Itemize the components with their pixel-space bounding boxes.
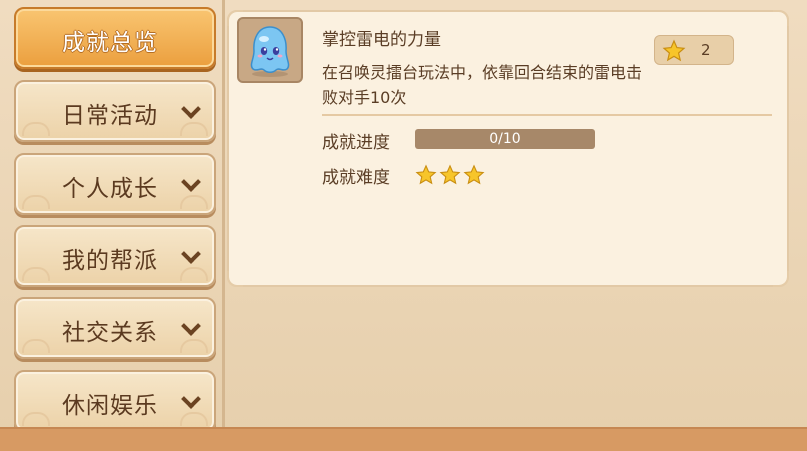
achievement-description: 在召唤灵擂台玩法中，依靠回合结束的雷电击败对手10次	[322, 63, 643, 107]
achievement-title: 掌控雷电的力量	[322, 30, 441, 50]
chevron-down-icon	[181, 244, 201, 264]
sidebar-item-social[interactable]: 社交关系	[14, 297, 216, 359]
bottom-bar	[0, 427, 807, 451]
chevron-down-icon	[181, 99, 201, 119]
sidebar-item-overview[interactable]: 成就总览	[14, 7, 216, 69]
cloud-ornament-icon	[22, 195, 50, 209]
chevron-down-icon	[181, 316, 201, 336]
sidebar-item-label: 日常活动	[62, 103, 158, 129]
progress-text: 0/10	[489, 131, 521, 147]
sidebar-item-label: 我的帮派	[62, 248, 158, 274]
separator-line	[322, 114, 772, 116]
progress-bar: 0/10	[415, 129, 595, 149]
card-corner-ornament	[227, 10, 243, 26]
sidebar: 成就总览 日常活动 个人成长 我的帮派 社交关系 休闲娱乐	[0, 0, 222, 432]
star-icon	[415, 164, 437, 185]
cloud-ornament-icon	[180, 412, 208, 426]
cloud-ornament-icon	[22, 267, 50, 281]
sidebar-item-label: 休闲娱乐	[62, 393, 158, 419]
sidebar-item-guild[interactable]: 我的帮派	[14, 225, 216, 287]
sidebar-item-label: 个人成长	[62, 176, 158, 202]
panel-divider	[222, 0, 225, 429]
cloud-ornament-icon	[180, 339, 208, 353]
sidebar-item-leisure[interactable]: 休闲娱乐	[14, 370, 216, 432]
star-icon	[662, 39, 686, 62]
sidebar-item-label: 成就总览	[62, 30, 158, 56]
reward-value: 2	[701, 41, 711, 59]
star-icon	[463, 164, 485, 185]
difficulty-stars	[415, 164, 485, 188]
cloud-ornament-icon	[180, 195, 208, 209]
reward-badge: 2	[654, 35, 734, 65]
progress-label: 成就进度	[322, 133, 390, 153]
cloud-ornament-icon	[22, 412, 50, 426]
difficulty-label: 成就难度	[322, 168, 390, 188]
sidebar-item-growth[interactable]: 个人成长	[14, 153, 216, 215]
cloud-ornament-icon	[180, 122, 208, 136]
sidebar-item-label: 社交关系	[62, 320, 158, 346]
chevron-down-icon	[181, 172, 201, 192]
star-icon	[439, 164, 461, 185]
cloud-ornament-icon	[22, 122, 50, 136]
cloud-ornament-icon	[180, 267, 208, 281]
blue-ghost-pet-icon	[237, 17, 303, 83]
cloud-ornament-icon	[22, 339, 50, 353]
achievement-card: 掌控雷电的力量 在召唤灵擂台玩法中，依靠回合结束的雷电击败对手10次 2 成就进…	[227, 10, 789, 287]
chevron-down-icon	[181, 389, 201, 409]
sidebar-item-daily[interactable]: 日常活动	[14, 80, 216, 142]
